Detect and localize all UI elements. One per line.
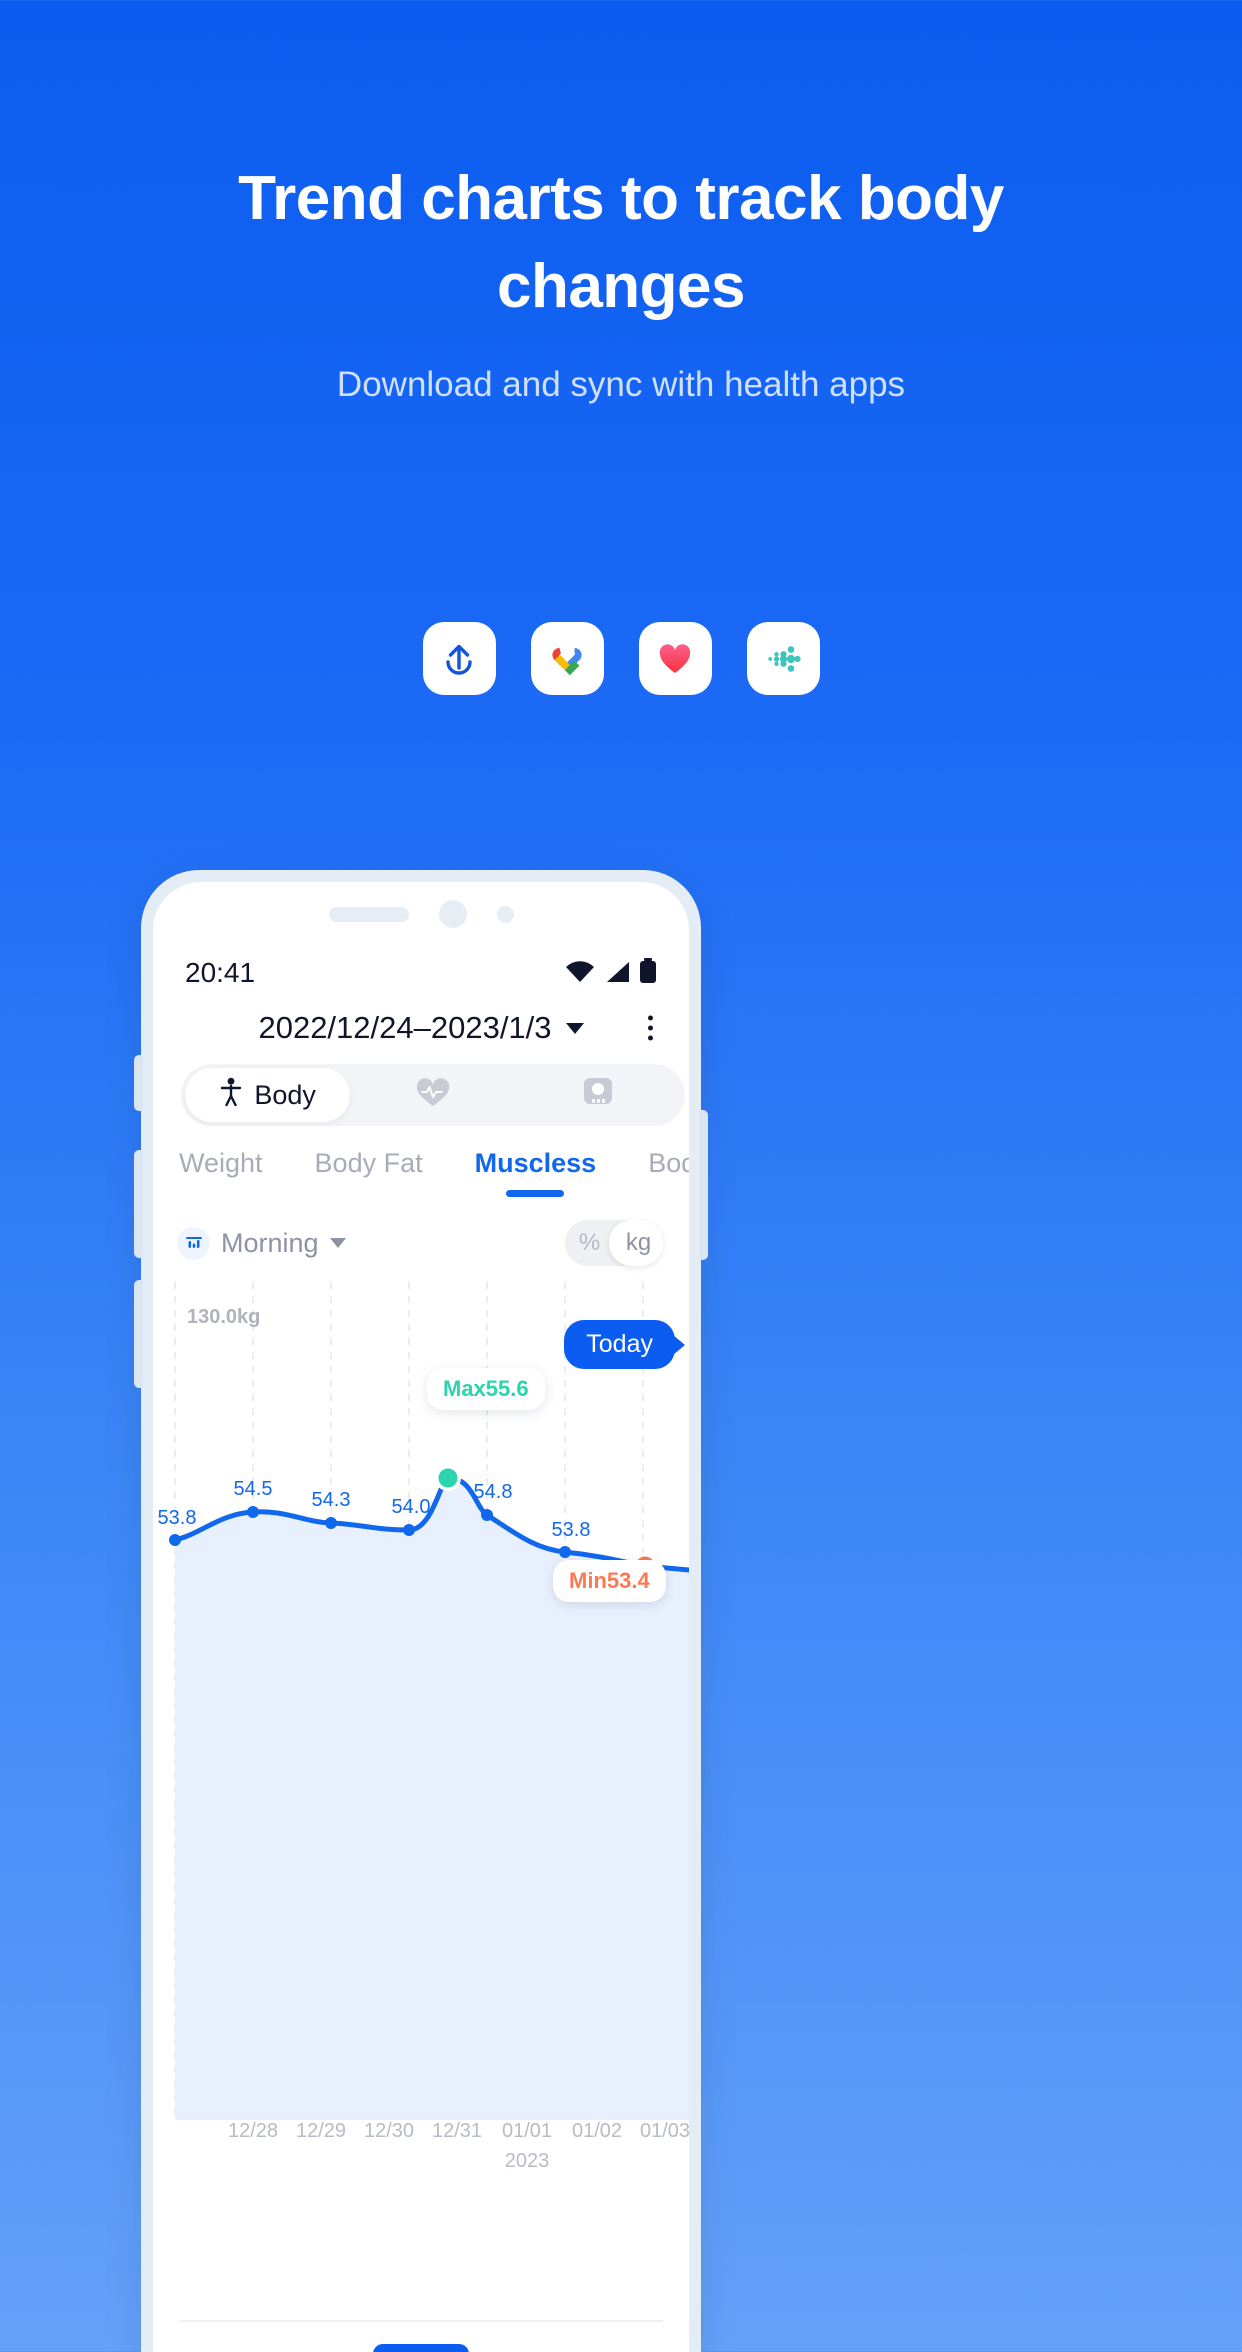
wifi-icon	[565, 960, 595, 989]
page-title-line2: changes	[496, 252, 746, 321]
tab-body-fat-label: Body Fat	[314, 1148, 423, 1178]
phone-button-volume-up	[134, 1150, 143, 1258]
content-divider	[179, 2320, 663, 2322]
today-badge[interactable]: Today	[564, 1320, 675, 1369]
svg-text:53.8: 53.8	[158, 1507, 197, 1529]
svg-text:54.3: 54.3	[312, 1489, 351, 1511]
overflow-menu-icon[interactable]	[640, 1008, 661, 1049]
phone-button-power	[699, 1110, 708, 1260]
page-subtitle: Download and sync with health apps	[336, 365, 906, 404]
svg-text:54.5: 54.5	[234, 1478, 273, 1500]
segment-body[interactable]: Body	[185, 1068, 351, 1122]
unit-option-percent[interactable]: %	[565, 1229, 614, 1257]
signal-icon	[603, 960, 631, 989]
front-camera-icon	[438, 900, 467, 928]
chart-max-badge: Max55.6	[427, 1368, 545, 1410]
phone-screen: 20:41 2022/12/24–2023/1/3 Body Weight Bo…	[153, 882, 689, 2352]
svg-text:54.0: 54.0	[392, 1496, 431, 1518]
app-header: 2022/12/24–2023/1/3	[153, 1010, 689, 1046]
status-time: 20:41	[185, 957, 256, 988]
phone-button-volume-down	[134, 1280, 143, 1388]
svg-text:54.8: 54.8	[474, 1481, 513, 1503]
chart-y-axis-top-label: 130.0kg	[187, 1306, 261, 1328]
body-person-icon	[219, 1077, 243, 1114]
unit-toggle[interactable]: % kg	[565, 1220, 663, 1266]
menu-dot	[648, 1035, 653, 1041]
segment-blood-pressure[interactable]	[516, 1068, 681, 1122]
health-app-icon-row	[0, 622, 1242, 695]
blood-pressure-icon	[579, 1073, 617, 1118]
x-tick-label: 12/28	[227, 2120, 279, 2142]
earpiece-speaker	[328, 906, 409, 922]
chart-min-badge: Min53.4	[553, 1560, 666, 1602]
segment-heart-rate[interactable]	[350, 1068, 515, 1122]
segment-body-label: Body	[254, 1079, 316, 1110]
x-tick-label: 01/02	[571, 2120, 623, 2142]
sensor-icon	[496, 905, 514, 923]
date-range-selector[interactable]: 2022/12/24–2023/1/3	[258, 1010, 584, 1046]
category-segmented-control: Body	[181, 1064, 685, 1126]
menu-dot	[648, 1025, 653, 1031]
x-axis-year-label: 2023	[504, 2150, 550, 2172]
x-tick-label: 12/30	[363, 2120, 415, 2142]
status-icons	[565, 957, 657, 989]
x-tick-label: 01/01	[501, 2120, 553, 2142]
tab-body-fat[interactable]: Body Fat	[315, 1148, 423, 1179]
status-bar: 20:41	[153, 957, 689, 989]
chart-filter-row: Morning % kg	[153, 1220, 689, 1266]
chevron-down-icon	[329, 1238, 346, 1248]
tab-body-circumference[interactable]: Body circ	[648, 1148, 689, 1179]
chevron-down-icon	[565, 1022, 584, 1034]
upload-sync-icon[interactable]	[422, 622, 496, 695]
promo-header: Trend charts to track body changes Downl…	[0, 0, 1242, 405]
bottom-action-chip[interactable]	[373, 2344, 469, 2352]
google-fit-icon[interactable]	[530, 622, 604, 695]
period-label: Morning	[221, 1227, 319, 1258]
x-tick-label: 12/29	[295, 2120, 347, 2142]
chart-max-point	[435, 1465, 461, 1491]
period-selector[interactable]: Morning	[177, 1226, 346, 1260]
chart-bar-icon	[177, 1226, 210, 1260]
tab-body-circumference-label: Body circ	[648, 1148, 689, 1178]
heart-pulse-icon	[413, 1074, 453, 1117]
chart-canvas: 53.8 54.5 54.3 54.0 54.8 53.8	[158, 1282, 689, 2120]
tab-weight[interactable]: Weight	[179, 1148, 263, 1179]
phone-notch	[153, 900, 689, 928]
chart-x-axis: 12/28 12/29 12/30 12/31 01/01 01/02 01/0…	[153, 2120, 689, 2180]
page-title: Trend charts to track body changes	[0, 168, 1242, 318]
tab-muscless[interactable]: Muscless	[474, 1148, 597, 1197]
apple-health-icon[interactable]	[638, 622, 712, 695]
metric-tabs: Weight Body Fat Muscless Body circ	[153, 1148, 689, 1197]
x-tick-label: 12/31	[431, 2120, 483, 2142]
x-tick-label: 01/03	[639, 2120, 689, 2142]
svg-text:53.8: 53.8	[552, 1519, 591, 1541]
tab-weight-label: Weight	[179, 1148, 263, 1178]
fitbit-icon[interactable]	[746, 622, 820, 695]
menu-dot	[648, 1015, 653, 1021]
battery-icon	[639, 957, 657, 989]
tab-muscless-label: Muscless	[474, 1148, 597, 1178]
page-title-line1: Trend charts to track body	[238, 164, 1004, 233]
tab-active-underline	[506, 1190, 565, 1197]
phone-mockup: 20:41 2022/12/24–2023/1/3 Body Weight Bo…	[134, 870, 708, 2352]
date-range-label: 2022/12/24–2023/1/3	[258, 1010, 552, 1045]
trend-chart[interactable]: 53.8 54.5 54.3 54.0 54.8 53.8 130.0kg Ma…	[153, 1282, 689, 2142]
phone-button-mute	[134, 1055, 143, 1111]
unit-option-kg[interactable]: kg	[614, 1229, 663, 1257]
